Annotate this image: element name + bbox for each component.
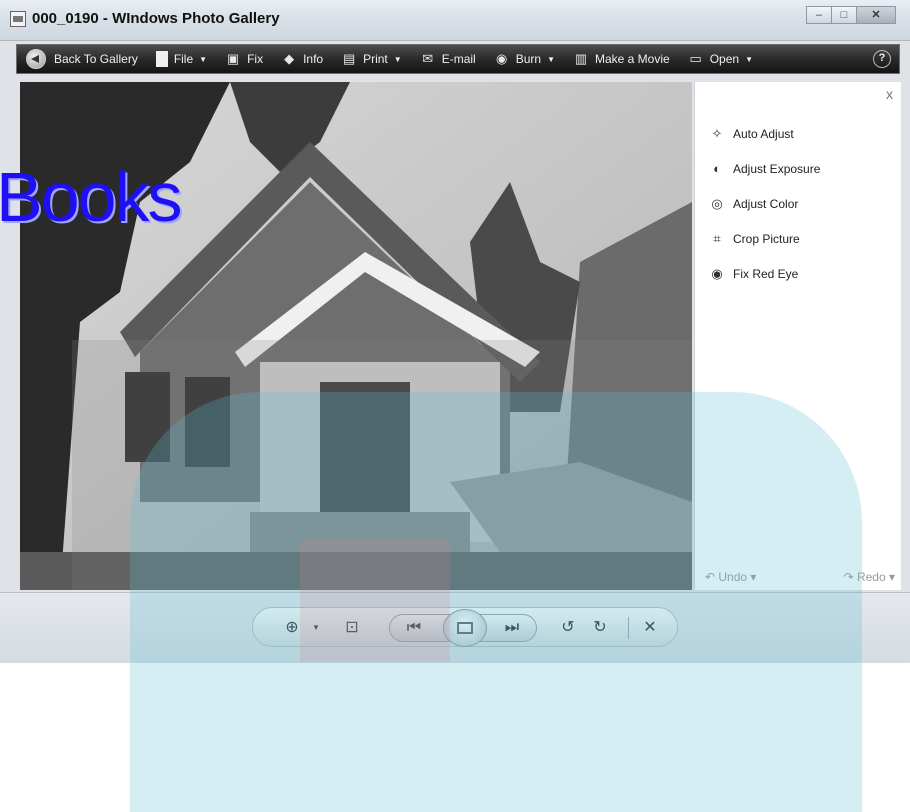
main-toolbar: Back To Gallery File ▼ ▣ Fix ◆ Info ▤ Pr…: [16, 44, 900, 74]
window-controls: – □ ✕: [806, 6, 896, 24]
adjust-color-label: Adjust Color: [733, 196, 799, 211]
back-label: Back To Gallery: [54, 52, 138, 66]
adjust-color-item[interactable]: ◎ Adjust Color: [709, 186, 820, 221]
fix-red-eye-item[interactable]: ◉ Fix Red Eye: [709, 256, 820, 291]
eye-icon: ◉: [711, 265, 723, 281]
app-window: 000_0190 - WIndows Photo Gallery – □ ✕ B…: [0, 0, 910, 812]
help-button[interactable]: ?: [873, 50, 891, 68]
adjust-exposure-label: Adjust Exposure: [733, 161, 821, 176]
app-icon: [10, 11, 26, 27]
movie-label: Make a Movie: [595, 52, 670, 66]
file-menu-button[interactable]: File ▼: [147, 46, 216, 72]
burn-label: Burn: [515, 52, 542, 66]
back-to-gallery-button[interactable]: Back To Gallery: [17, 46, 147, 72]
email-icon: ✉: [422, 51, 434, 66]
print-label: Print: [363, 52, 388, 66]
minimize-button[interactable]: –: [806, 6, 832, 24]
fix-icon: ▣: [226, 51, 240, 66]
wand-icon: ✧: [711, 125, 723, 141]
info-button[interactable]: ◆ Info: [272, 46, 332, 72]
panel-close-button[interactable]: x: [886, 86, 893, 102]
email-label: E-mail: [441, 52, 476, 66]
adjust-exposure-item[interactable]: ◐ Adjust Exposure: [709, 151, 820, 186]
fix-button[interactable]: ▣ Fix: [216, 46, 272, 72]
open-icon: ▭: [689, 51, 702, 66]
crop-picture-item[interactable]: ⌗ Crop Picture: [709, 221, 820, 256]
fix-list: ✧ Auto Adjust ◐ Adjust Exposure ◎ Adjust…: [709, 116, 820, 291]
back-arrow-icon: [26, 49, 46, 69]
close-window-button[interactable]: ✕: [856, 6, 896, 24]
make-movie-button[interactable]: ▥ Make a Movie: [564, 46, 679, 72]
email-button[interactable]: ✉ E-mail: [411, 46, 485, 72]
color-icon: ◎: [711, 195, 723, 211]
chevron-down-icon: ▼: [393, 54, 402, 64]
fix-label: Fix: [247, 52, 264, 66]
exposure-icon: ◐: [713, 160, 721, 176]
chevron-down-icon: ▼: [745, 54, 753, 64]
burn-menu-button[interactable]: ◉ Burn ▼: [485, 46, 564, 72]
disc-icon: ◉: [496, 51, 508, 66]
tag-icon: ◆: [284, 51, 295, 66]
overlay-text: Books: [0, 158, 183, 236]
crop-picture-label: Crop Picture: [733, 231, 800, 246]
fix-red-eye-label: Fix Red Eye: [733, 266, 799, 281]
printer-icon: ▤: [342, 51, 356, 66]
chevron-down-icon: ▼: [199, 54, 208, 64]
print-menu-button[interactable]: ▤ Print ▼: [332, 46, 411, 72]
auto-adjust-item[interactable]: ✧ Auto Adjust: [709, 116, 820, 151]
info-label: Info: [303, 52, 324, 66]
open-label: Open: [709, 52, 740, 66]
file-icon: [155, 51, 168, 67]
maximize-button[interactable]: □: [831, 6, 857, 24]
auto-adjust-label: Auto Adjust: [733, 126, 794, 141]
crop-icon: ⌗: [713, 230, 721, 246]
file-label: File: [173, 52, 194, 66]
chevron-down-icon: ▼: [547, 54, 555, 64]
watermark-arch: [130, 392, 862, 812]
film-icon: ▥: [574, 51, 588, 66]
watermark-inner-block: [300, 540, 450, 662]
open-menu-button[interactable]: ▭ Open ▼: [679, 46, 762, 72]
window-title: 000_0190 - WIndows Photo Gallery: [32, 10, 280, 27]
title-bar[interactable]: 000_0190 - WIndows Photo Gallery – □ ✕: [0, 0, 910, 41]
